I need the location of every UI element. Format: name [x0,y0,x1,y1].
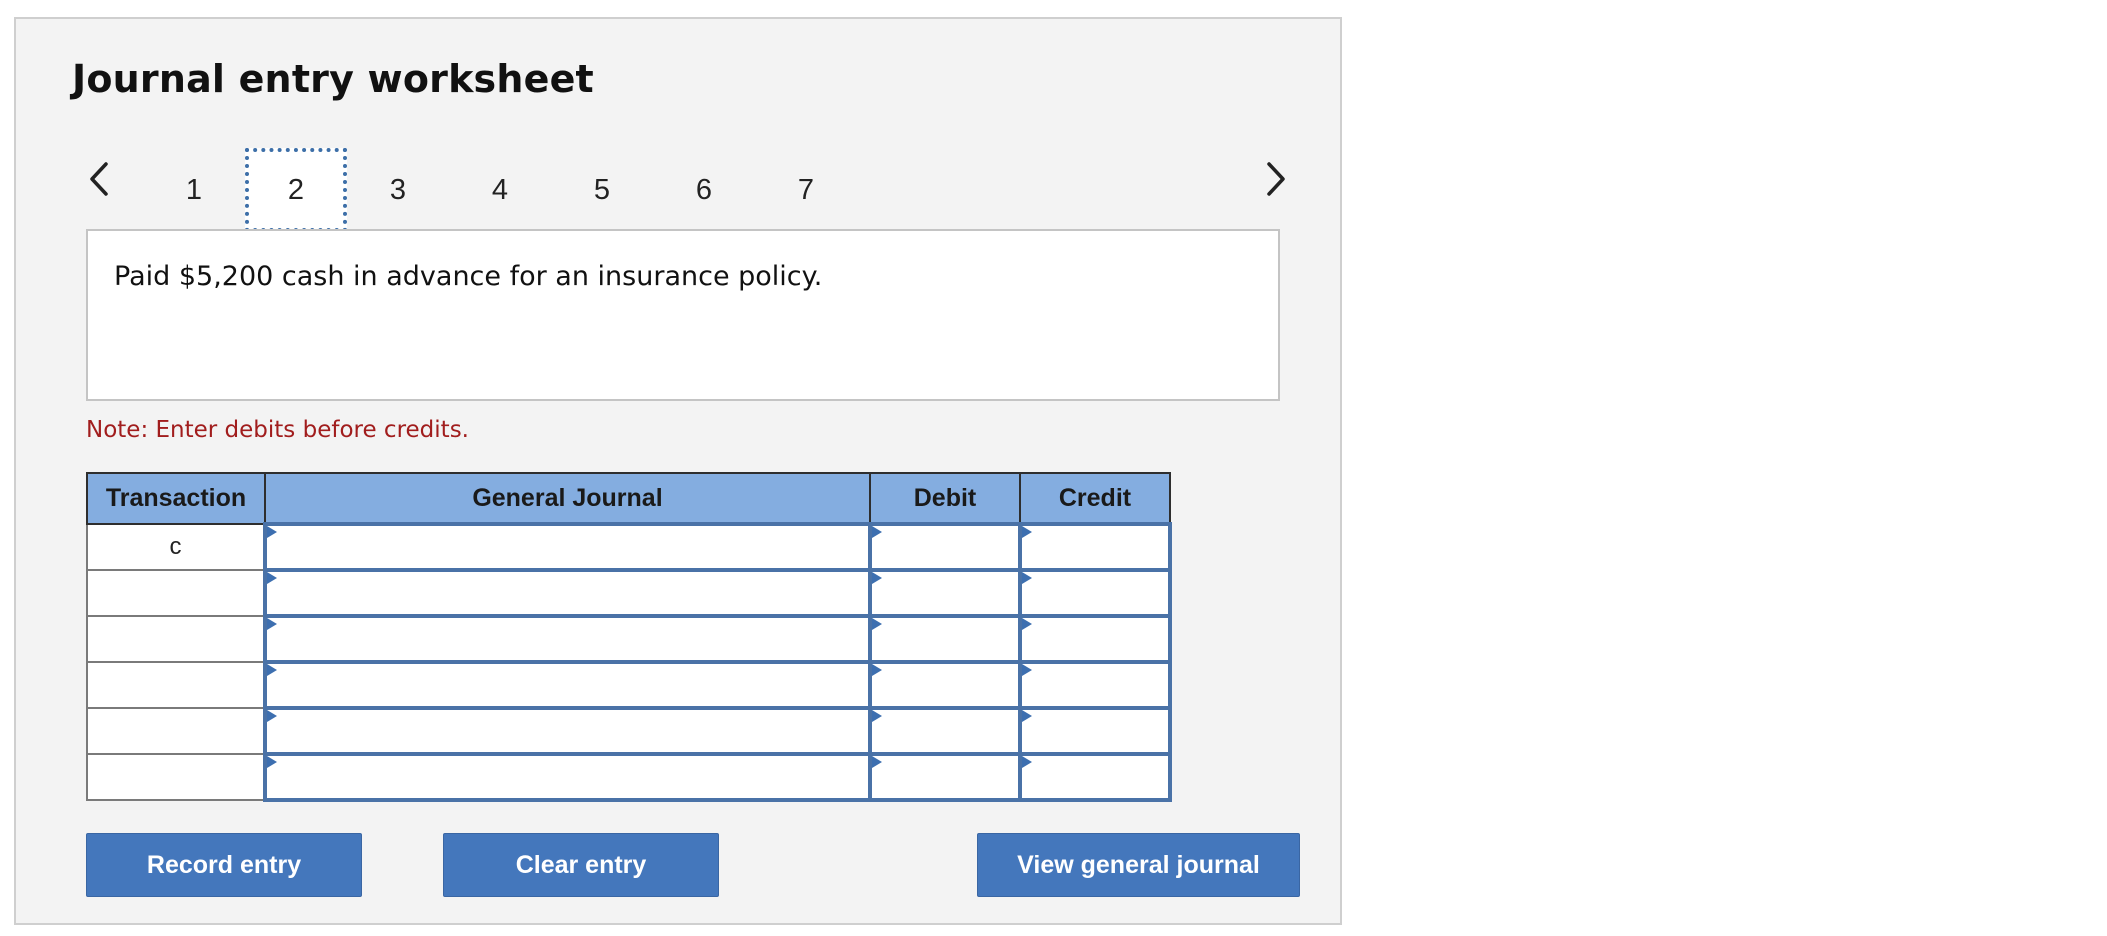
transaction-cell: c [86,523,266,571]
general-journal-account-select[interactable] [263,522,872,572]
table-header-row: Transaction General Journal Debit Credit [86,472,1171,525]
previous-arrow-button[interactable] [84,159,114,199]
transaction-description: Paid $5,200 cash in advance for an insur… [114,261,823,292]
credit-input[interactable] [1018,614,1172,664]
general-journal-account-select[interactable] [263,752,872,802]
column-header-transaction: Transaction [86,472,266,525]
table-row [86,752,1172,802]
table-row: c [86,522,1172,572]
table-row [86,568,1172,618]
view-general-journal-button[interactable]: View general journal [977,833,1300,897]
tab-7[interactable]: 7 [755,148,857,232]
journal-entry-table: Transaction General Journal Debit Credit… [86,472,1172,802]
table-row [86,660,1172,710]
general-journal-account-select[interactable] [263,568,872,618]
transaction-cell [86,707,266,755]
column-header-credit: Credit [1019,472,1171,525]
transaction-cell [86,753,266,801]
tab-1[interactable]: 1 [143,148,245,232]
transaction-cell [86,661,266,709]
tab-5[interactable]: 5 [551,148,653,232]
credit-input[interactable] [1018,522,1172,572]
chevron-left-icon [90,162,108,196]
column-header-debit: Debit [869,472,1021,525]
general-journal-account-select[interactable] [263,614,872,664]
general-journal-account-select[interactable] [263,660,872,710]
transaction-cell [86,615,266,663]
debit-input[interactable] [868,706,1022,756]
credit-input[interactable] [1018,660,1172,710]
credit-input[interactable] [1018,568,1172,618]
table-row [86,614,1172,664]
page-title: Journal entry worksheet [72,57,594,101]
next-arrow-button[interactable] [1261,159,1291,199]
credit-input[interactable] [1018,706,1172,756]
debit-input[interactable] [868,752,1022,802]
tab-6[interactable]: 6 [653,148,755,232]
transaction-cell [86,569,266,617]
debit-input[interactable] [868,568,1022,618]
record-entry-button[interactable]: Record entry [86,833,362,897]
debit-input[interactable] [868,660,1022,710]
tab-2[interactable]: 2 [245,148,347,232]
tab-4[interactable]: 4 [449,148,551,232]
transaction-description-box: Paid $5,200 cash in advance for an insur… [86,229,1280,401]
credit-input[interactable] [1018,752,1172,802]
journal-worksheet-panel: Journal entry worksheet 1 2 3 4 5 6 7 Pa… [14,17,1342,925]
debit-credit-note: Note: Enter debits before credits. [86,417,469,443]
table-row [86,706,1172,756]
column-header-general-journal: General Journal [264,472,871,525]
chevron-right-icon [1267,162,1285,196]
debit-input[interactable] [868,614,1022,664]
debit-input[interactable] [868,522,1022,572]
clear-entry-button[interactable]: Clear entry [443,833,719,897]
tab-3[interactable]: 3 [347,148,449,232]
general-journal-account-select[interactable] [263,706,872,756]
